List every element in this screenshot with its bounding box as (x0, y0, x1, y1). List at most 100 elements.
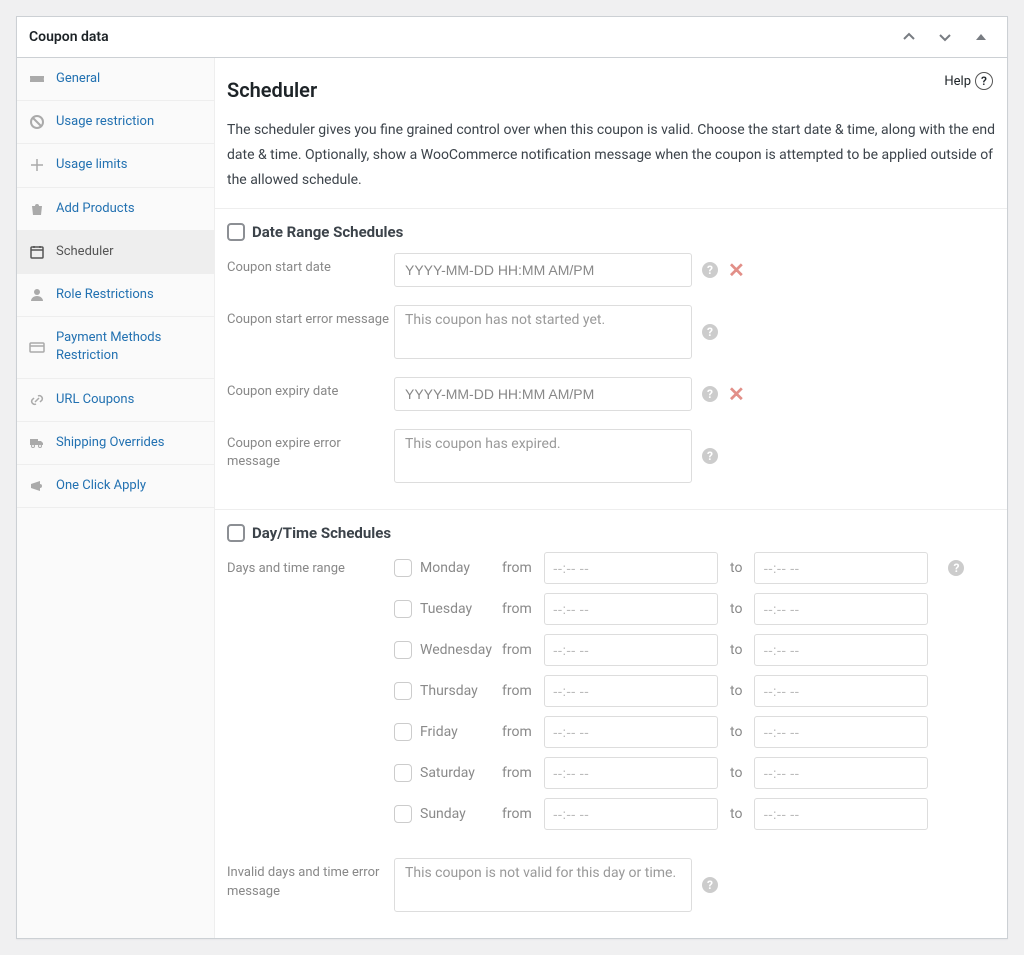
day-checkbox[interactable] (394, 764, 412, 782)
start-error-textarea[interactable] (394, 305, 692, 359)
help-icon[interactable]: ? (702, 386, 718, 402)
time-from-input[interactable] (544, 675, 718, 707)
time-to-input[interactable] (754, 675, 928, 707)
tab-one-click-apply: One Click Apply (17, 465, 214, 508)
tab-shipping-overrides: Shipping Overrides (17, 422, 214, 465)
day-name-label: Wednesday (420, 642, 494, 658)
expiry-date-input[interactable] (394, 377, 692, 411)
remove-icon[interactable]: ✕ (728, 384, 745, 404)
time-from-input[interactable] (544, 634, 718, 666)
help-icon[interactable]: ? (702, 262, 718, 278)
to-label: to (730, 683, 742, 699)
tab-label: Usage limits (56, 156, 127, 174)
time-to-input[interactable] (754, 798, 928, 830)
day-checkbox[interactable] (394, 723, 412, 741)
tab-label: Add Products (56, 200, 135, 218)
megaphone-icon (29, 478, 45, 494)
day-name-label: Saturday (420, 765, 494, 781)
link-icon (29, 392, 45, 408)
day-name-label: Sunday (420, 806, 494, 822)
help-link[interactable]: Help ? (944, 72, 993, 90)
time-to-input[interactable] (754, 552, 928, 584)
ticket-icon (29, 71, 45, 87)
tab-scheduler: Scheduler (17, 231, 214, 274)
time-from-input[interactable] (544, 798, 718, 830)
date-range-toggle-checkbox[interactable] (227, 223, 245, 241)
tab-label: Usage restriction (56, 113, 154, 131)
daytime-section: Day/Time Schedules Days and time range M… (215, 509, 1007, 939)
day-name-label: Friday (420, 724, 494, 740)
help-icon[interactable]: ? (702, 448, 718, 464)
tab-label: URL Coupons (56, 391, 134, 409)
tab-general: General (17, 58, 214, 101)
day-name-label: Monday (420, 560, 494, 576)
from-label: from (502, 724, 536, 740)
invalid-days-label: Invalid days and time error message (227, 858, 394, 902)
time-from-input[interactable] (544, 552, 718, 584)
start-date-label: Coupon start date (227, 253, 394, 278)
expiry-error-textarea[interactable] (394, 429, 692, 483)
bag-icon (29, 201, 45, 217)
remove-icon[interactable]: ✕ (728, 260, 745, 280)
help-icon[interactable]: ? (702, 877, 718, 893)
day-checkbox[interactable] (394, 600, 412, 618)
from-label: from (502, 765, 536, 781)
day-row: Sundayfromto (394, 798, 995, 830)
tab-label: One Click Apply (56, 477, 146, 495)
time-from-input[interactable] (544, 716, 718, 748)
date-range-heading: Date Range Schedules (252, 223, 403, 241)
day-checkbox[interactable] (394, 641, 412, 659)
time-to-input[interactable] (754, 593, 928, 625)
to-label: to (730, 765, 742, 781)
day-checkbox[interactable] (394, 805, 412, 823)
to-label: to (730, 601, 742, 617)
help-label: Help (944, 74, 971, 89)
day-row: Thursdayfromto (394, 675, 995, 707)
help-icon[interactable]: ? (702, 324, 718, 340)
from-label: from (502, 601, 536, 617)
day-checkbox[interactable] (394, 559, 412, 577)
tab-label: Scheduler (56, 243, 114, 261)
from-label: from (502, 642, 536, 658)
calendar-icon (29, 244, 45, 260)
move-down-button[interactable] (927, 19, 963, 55)
day-checkbox[interactable] (394, 682, 412, 700)
postbox-header: Coupon data (17, 17, 1007, 58)
time-from-input[interactable] (544, 593, 718, 625)
tab-usage-limits: Usage limits (17, 144, 214, 187)
chevron-down-icon (937, 29, 953, 45)
time-to-input[interactable] (754, 716, 928, 748)
day-row: Tuesdayfromto (394, 593, 995, 625)
tab-label: Payment Methods Restriction (56, 329, 202, 365)
time-to-input[interactable] (754, 757, 928, 789)
days-range-label: Days and time range (227, 554, 394, 579)
help-icon: ? (975, 72, 993, 90)
day-row: Wednesday from to (394, 634, 995, 666)
invalid-days-textarea[interactable] (394, 858, 692, 912)
tab-role-restrictions: Role Restrictions (17, 274, 214, 317)
ban-icon (29, 114, 45, 130)
day-row: Fridayfromto (394, 716, 995, 748)
from-label: from (502, 560, 536, 576)
limits-icon (29, 157, 45, 173)
panel-wrap: General Usage restriction Usage limits A… (17, 58, 1007, 938)
time-from-input[interactable] (544, 757, 718, 789)
to-label: to (730, 806, 742, 822)
daytime-toggle-checkbox[interactable] (227, 524, 245, 542)
move-up-button[interactable] (891, 19, 927, 55)
help-icon[interactable]: ? (948, 560, 964, 576)
to-label: to (730, 560, 742, 576)
tab-url-coupons: URL Coupons (17, 379, 214, 422)
tabs-list: General Usage restriction Usage limits A… (17, 58, 215, 938)
start-date-input[interactable] (394, 253, 692, 287)
day-rows: Mondayfromto?TuesdayfromtoWednesdayfromt… (394, 552, 995, 830)
to-label: to (730, 642, 742, 658)
day-row: Monday from to? (394, 552, 995, 584)
tab-label: Shipping Overrides (56, 434, 164, 452)
tab-usage-restriction: Usage restriction (17, 101, 214, 144)
time-to-input[interactable] (754, 634, 928, 666)
daytime-heading: Day/Time Schedules (252, 524, 391, 542)
expiry-error-label: Coupon expire error message (227, 429, 394, 473)
toggle-panel-button[interactable] (963, 19, 999, 55)
tab-label: Role Restrictions (56, 286, 154, 304)
